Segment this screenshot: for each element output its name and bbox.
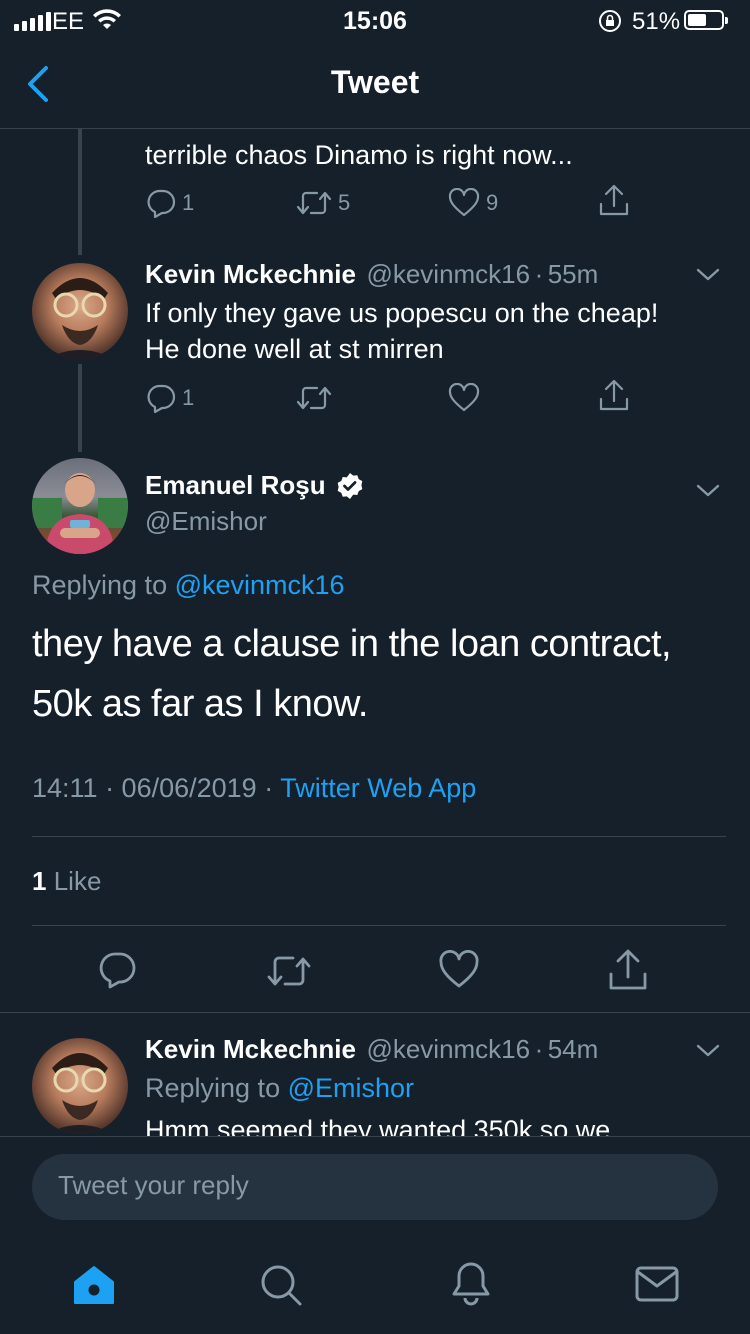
tweet-menu-button[interactable] xyxy=(694,264,722,289)
thread-line xyxy=(78,129,82,255)
share-action[interactable] xyxy=(598,184,630,218)
composer-divider xyxy=(0,1136,750,1137)
separator-dot: · xyxy=(534,259,544,289)
divider xyxy=(32,925,726,926)
tweet-body-line: they have a clause in the loan contract, xyxy=(32,623,672,665)
tab-notifications[interactable] xyxy=(448,1260,494,1313)
reply-count: 1 xyxy=(182,385,195,410)
status-bar: EE 15:06 51% xyxy=(0,0,750,40)
tweet-menu-button[interactable] xyxy=(694,1040,722,1065)
nav-divider xyxy=(0,128,750,129)
share-icon xyxy=(599,184,629,216)
like-action[interactable]: 9 xyxy=(448,188,498,218)
replying-to: Replying to @kevinmck16 xyxy=(32,570,345,601)
tweet-text-line: Hmm seemed they wanted 350k so we xyxy=(145,1115,611,1136)
tweet-header: Kevin Mckechnie @kevinmck16 · 54m xyxy=(145,1034,598,1065)
avatar[interactable] xyxy=(32,263,128,359)
retweet-action[interactable] xyxy=(296,383,332,413)
reply-icon xyxy=(147,189,176,218)
reply-action[interactable]: 1 xyxy=(146,188,194,218)
reply-icon xyxy=(147,384,176,413)
reply-count: 1 xyxy=(182,190,195,215)
notifications-icon xyxy=(452,1262,490,1306)
share-icon xyxy=(599,379,629,411)
replying-to: Replying to @Emishor xyxy=(145,1073,414,1104)
likes-summary[interactable]: 1 Like xyxy=(32,866,101,897)
divider xyxy=(0,1012,750,1013)
author-handle[interactable]: @kevinmck16 xyxy=(366,1034,530,1064)
reply-action[interactable]: 1 xyxy=(146,383,194,413)
chevron-down-icon xyxy=(696,268,720,281)
chevron-down-icon xyxy=(696,1044,720,1057)
like-button[interactable] xyxy=(438,950,480,995)
retweet-action[interactable]: 5 xyxy=(296,188,350,218)
replying-to-label: Replying to xyxy=(32,570,168,600)
prev-tweet-text: terrible chaos Dinamo is right now... xyxy=(145,140,573,170)
tweet-menu-button[interactable] xyxy=(694,480,722,505)
retweet-icon xyxy=(296,386,332,410)
tweet-body-line: 50k as far as I know. xyxy=(32,683,368,725)
rotation-lock-icon xyxy=(597,8,623,41)
battery-percent: 51% xyxy=(632,8,681,35)
main-author-row[interactable]: Emanuel Roşu xyxy=(145,470,364,501)
share-action[interactable] xyxy=(598,379,630,413)
retweet-button[interactable] xyxy=(266,952,312,995)
messages-icon xyxy=(635,1266,679,1302)
tweet-text-clip: Hmm seemed they wanted 350k so we xyxy=(145,1112,750,1136)
share-button[interactable] xyxy=(607,948,649,997)
divider xyxy=(32,836,726,837)
retweet-count: 5 xyxy=(338,190,351,215)
author-name[interactable]: Kevin Mckechnie xyxy=(145,1034,356,1064)
reply-button[interactable] xyxy=(98,950,138,995)
chevron-down-icon xyxy=(696,484,720,497)
page-title: Tweet xyxy=(330,64,420,100)
reply-icon xyxy=(99,952,136,989)
retweet-icon xyxy=(267,956,311,986)
author-handle[interactable]: @kevinmck16 xyxy=(366,259,530,289)
author-name[interactable]: Kevin Mckechnie xyxy=(145,259,356,289)
tweet-age: 54m xyxy=(547,1034,599,1064)
author-name[interactable]: Emanuel Roşu xyxy=(145,470,326,501)
tweet-source-link[interactable]: Twitter Web App xyxy=(280,773,476,803)
avatar-kevin-image xyxy=(46,278,114,359)
tweet-text-line: If only they gave us popescu on the chea… xyxy=(145,298,659,328)
heart-icon xyxy=(448,188,480,217)
avatar-emanuel-image xyxy=(32,473,128,554)
tweet-age: 55m xyxy=(547,259,599,289)
like-total: 1 xyxy=(32,866,47,896)
search-icon xyxy=(261,1265,302,1306)
battery-icon xyxy=(684,10,728,30)
replying-to-link[interactable]: @kevinmck16 xyxy=(175,570,345,600)
tab-home[interactable] xyxy=(72,1264,116,1311)
heart-icon xyxy=(439,950,479,988)
author-handle[interactable]: @Emishor xyxy=(145,506,267,537)
heart-icon xyxy=(448,383,480,412)
like-count: 9 xyxy=(486,190,499,215)
reply-placeholder: Tweet your reply xyxy=(58,1170,249,1200)
tab-search[interactable] xyxy=(258,1262,304,1313)
tweet-meta: 14:11 · 06/06/2019 · Twitter Web App xyxy=(32,773,476,804)
avatar[interactable] xyxy=(32,458,128,554)
separator-dot: · xyxy=(534,1034,544,1064)
home-icon xyxy=(74,1266,114,1304)
tweet-text-line: He done well at st mirren xyxy=(145,334,444,364)
verified-badge-icon xyxy=(337,472,362,499)
thread-line xyxy=(78,364,82,452)
replying-to-link[interactable]: @Emishor xyxy=(288,1073,414,1103)
tweet-timestamp: 14:11 · 06/06/2019 · xyxy=(32,773,274,803)
like-action[interactable] xyxy=(448,383,480,413)
share-icon xyxy=(609,949,647,990)
like-total-label: Like xyxy=(53,866,102,896)
tweet-header: Kevin Mckechnie @kevinmck16 · 55m xyxy=(145,259,598,290)
avatar[interactable] xyxy=(32,1038,128,1134)
replying-to-label: Replying to xyxy=(145,1073,281,1103)
retweet-icon xyxy=(296,191,332,215)
tab-messages[interactable] xyxy=(634,1264,680,1309)
avatar-kevin-image xyxy=(46,1053,114,1134)
